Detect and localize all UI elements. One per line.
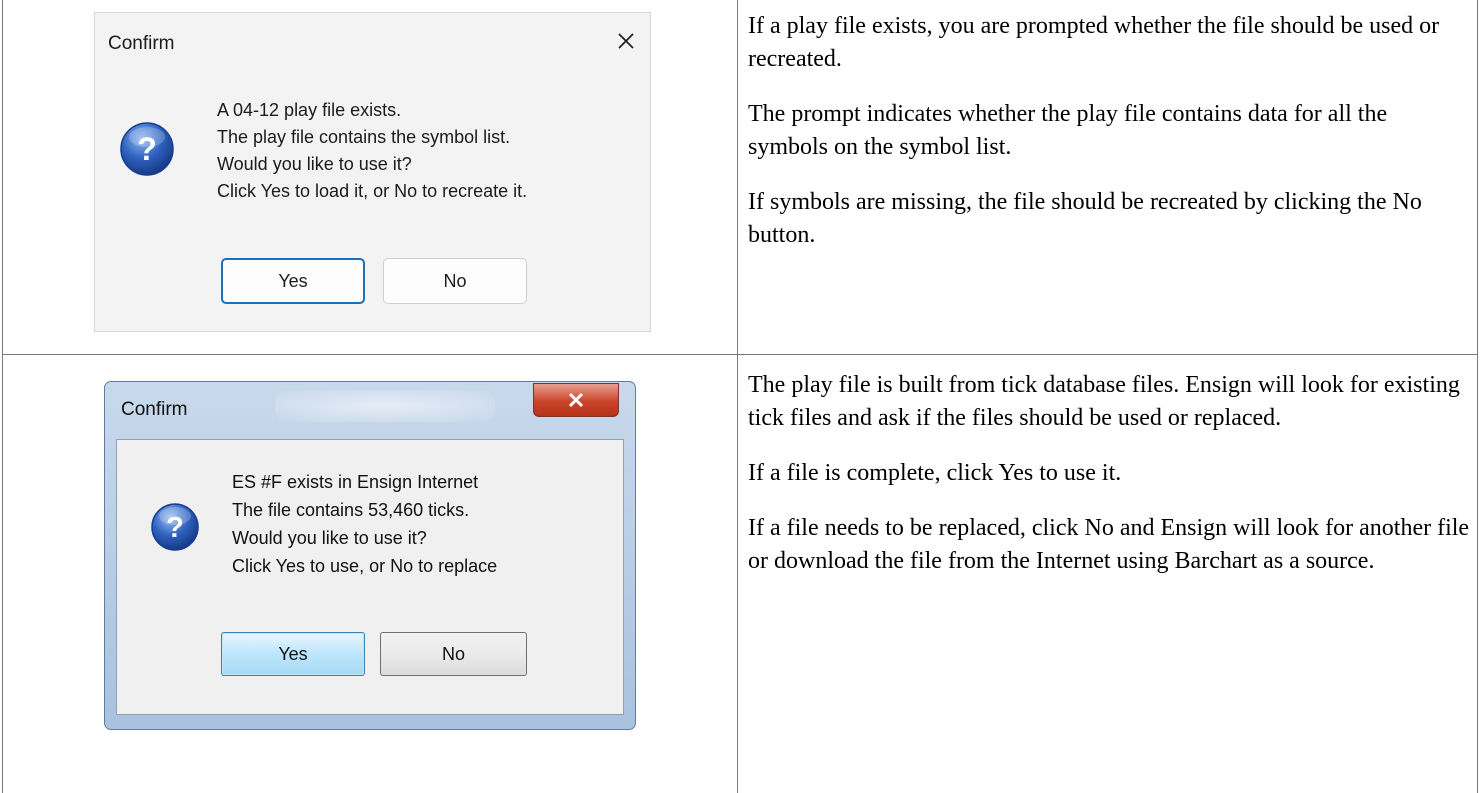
message-line: Click Yes to load it, or No to recreate …: [217, 181, 528, 201]
blurred-background-title: [275, 390, 495, 422]
close-icon: [568, 392, 584, 408]
table-border-middle: [737, 0, 738, 793]
question-icon: ?: [119, 121, 175, 177]
no-button[interactable]: No: [380, 632, 527, 676]
description-row-1: If a play file exists, you are prompted …: [748, 10, 1470, 274]
svg-text:?: ?: [137, 131, 157, 167]
paragraph: The prompt indicates whether the play fi…: [748, 101, 1388, 160]
dialog-message: A 04-12 play file exists. The play file …: [217, 97, 527, 205]
yes-button[interactable]: Yes: [221, 632, 365, 676]
message-line: A 04-12 play file exists.: [217, 100, 402, 120]
close-button[interactable]: [533, 383, 619, 417]
dialog-client-area: ? ES #F exists in Ensign Internet The fi…: [116, 439, 624, 715]
close-icon[interactable]: [612, 27, 640, 55]
message-line: Would you like to use it?: [217, 154, 412, 174]
no-button[interactable]: No: [383, 258, 527, 304]
message-line: The play file contains the symbol list.: [217, 127, 511, 147]
message-line: The file contains 53,460 ticks.: [232, 500, 470, 520]
confirm-dialog-win7: Confirm ? ES #F exists in Ensign Interne…: [104, 381, 636, 730]
table-border-left: [2, 0, 3, 793]
message-line: Would you like to use it?: [232, 528, 427, 548]
message-line: ES #F exists in Ensign Internet: [232, 472, 479, 492]
paragraph: If a file needs to be replaced, click No…: [748, 515, 1470, 574]
description-row-2: The play file is built from tick databas…: [748, 369, 1470, 600]
yes-button[interactable]: Yes: [221, 258, 365, 304]
message-line: Click Yes to use, or No to replace: [232, 556, 498, 576]
paragraph: If a file is complete, click Yes to use …: [748, 460, 1122, 486]
dialog-title: Confirm: [121, 399, 188, 420]
paragraph: The play file is built from tick databas…: [748, 372, 1460, 431]
paragraph: If a play file exists, you are prompted …: [748, 13, 1440, 72]
question-icon: ?: [150, 502, 200, 552]
paragraph: If symbols are missing, the file should …: [748, 189, 1422, 248]
confirm-dialog-win11: Confirm ? A 04-12 play file exists. The …: [94, 12, 651, 332]
dialog-message: ES #F exists in Ensign Internet The file…: [232, 468, 497, 580]
table-border-right: [1477, 0, 1478, 793]
table-row-divider: [2, 354, 1478, 355]
dialog-title: Confirm: [108, 33, 175, 54]
svg-text:?: ?: [166, 512, 184, 544]
